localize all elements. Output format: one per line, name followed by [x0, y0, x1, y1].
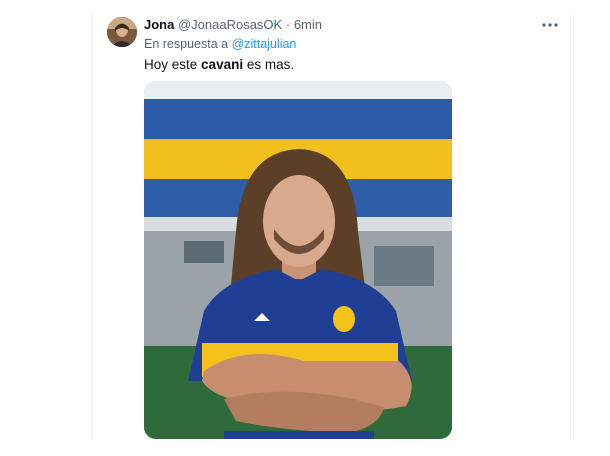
more-options-button[interactable]	[540, 16, 560, 34]
photo-icon	[144, 81, 452, 439]
tweet-text: Hoy este cavani es mas.	[144, 57, 294, 72]
tweet-media[interactable]	[144, 81, 452, 439]
reply-to-link[interactable]: @zittajulian	[232, 37, 297, 51]
display-name[interactable]: Jona	[144, 17, 174, 32]
avatar-photo-icon	[107, 17, 137, 47]
tweet-text-start: Hoy este	[144, 57, 198, 72]
reply-context: En respuesta a @zittajulian	[144, 37, 296, 51]
timestamp[interactable]: 6min	[294, 17, 322, 32]
tweet-text-bold: cavani	[201, 57, 244, 72]
avatar[interactable]	[107, 17, 137, 47]
user-handle[interactable]: @JonaaRosasOK	[178, 17, 282, 32]
reply-prefix: En respuesta a	[144, 37, 229, 51]
tweet-header: Jona @JonaaRosasOK · 6min	[144, 17, 322, 33]
tweet-text-end: es mas.	[246, 57, 295, 72]
more-horizontal-icon	[542, 23, 558, 27]
separator-dot: ·	[285, 17, 291, 32]
